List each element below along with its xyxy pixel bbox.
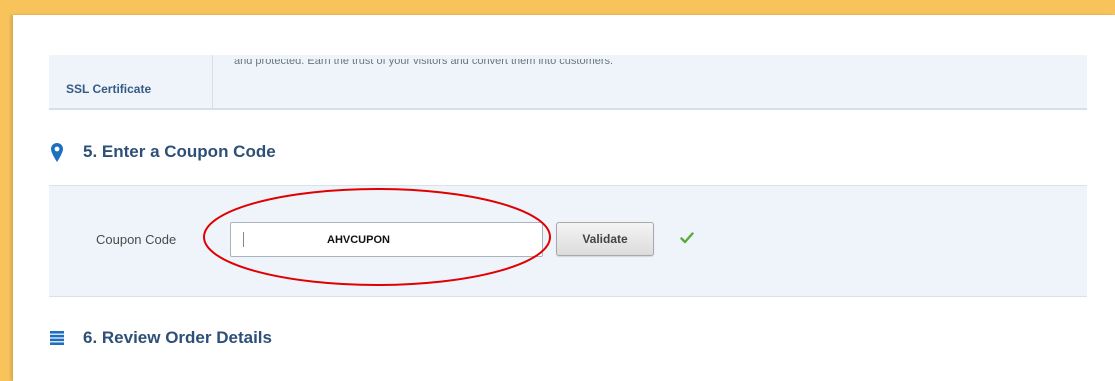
ssl-certificate-row: SSL Certificate and protected. Earn the … xyxy=(49,55,1087,110)
checkmark-icon xyxy=(680,231,694,249)
map-pin-icon xyxy=(49,142,65,162)
ssl-certificate-label: SSL Certificate xyxy=(49,55,213,108)
review-section-title: 6. Review Order Details xyxy=(83,328,272,347)
coupon-code-label: Coupon Code xyxy=(96,232,177,247)
coupon-code-input[interactable] xyxy=(230,222,543,257)
checkout-page: SSL Certificate and protected. Earn the … xyxy=(13,15,1115,381)
review-section-heading: 6. Review Order Details xyxy=(49,325,272,351)
coupon-section-title: 5. Enter a Coupon Code xyxy=(83,142,276,161)
text-cursor xyxy=(243,232,244,247)
list-icon xyxy=(49,328,65,348)
validate-button[interactable]: Validate xyxy=(556,222,654,256)
coupon-form: Coupon Code Validate xyxy=(49,185,1087,297)
coupon-section-heading: 5. Enter a Coupon Code xyxy=(49,139,276,165)
ssl-certificate-description: and protected. Earn the trust of your vi… xyxy=(234,55,614,67)
